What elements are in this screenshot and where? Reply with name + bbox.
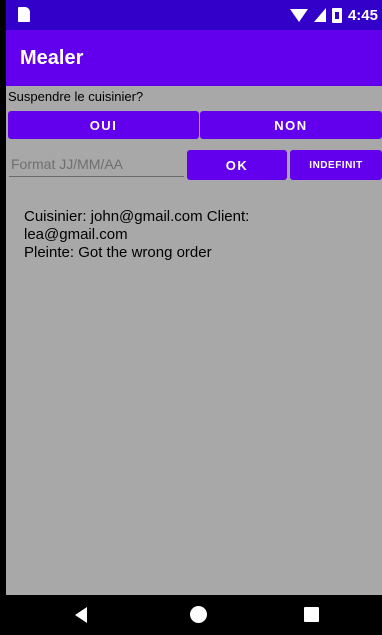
date-input[interactable] [9, 152, 184, 177]
no-button[interactable]: NON [200, 111, 382, 139]
back-icon[interactable] [75, 607, 87, 623]
sim-card-icon [18, 7, 30, 22]
recents-icon[interactable] [304, 607, 319, 622]
status-icons: 4:45 [289, 6, 378, 24]
cell-signal-icon [313, 8, 326, 22]
wifi-icon [289, 8, 308, 22]
ok-button[interactable]: OK [187, 150, 287, 180]
status-time: 4:45 [347, 6, 378, 24]
yes-button[interactable]: OUI [8, 111, 199, 139]
complaint-details: Cuisinier: john@gmail.com Client: lea@gm… [24, 208, 364, 262]
status-bar: 4:45 [6, 0, 382, 30]
app-screen: 4:45 Mealer Suspendre le cuisinier? OUI … [6, 0, 382, 635]
device-frame: 4:45 Mealer Suspendre le cuisinier? OUI … [0, 0, 382, 635]
home-icon[interactable] [190, 606, 207, 623]
navigation-bar [6, 595, 382, 635]
app-title: Mealer [20, 47, 84, 69]
battery-charging-icon [331, 7, 342, 23]
app-bar: Mealer [6, 30, 382, 86]
suspend-question: Suspendre le cuisinier? [8, 89, 144, 104]
complaint-line-client-email: lea@gmail.com [24, 226, 128, 243]
indefinite-button[interactable]: INDEFINIT [290, 150, 382, 180]
complaint-line-cook-client: Cuisinier: john@gmail.com Client: [24, 208, 250, 225]
complaint-line-reason: Pleinte: Got the wrong order [24, 244, 212, 261]
